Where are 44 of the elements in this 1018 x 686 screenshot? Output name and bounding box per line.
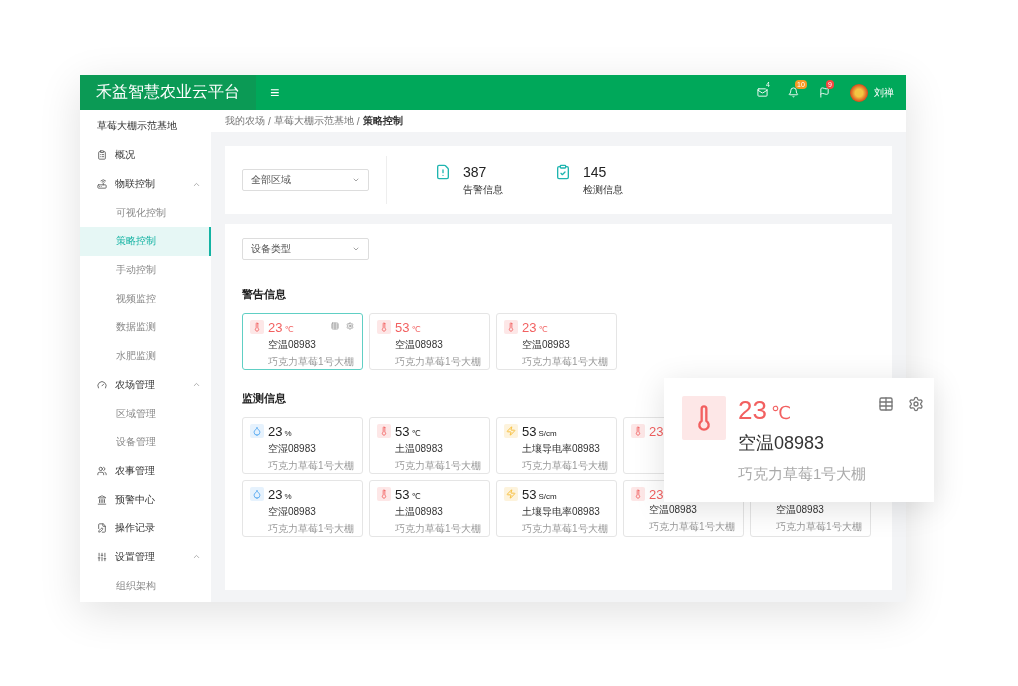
sensor-location: 巧克力草莓1号大棚	[522, 522, 608, 536]
stat-label: 告警信息	[463, 182, 503, 197]
sensor-value: 23	[649, 424, 664, 439]
sensor-location: 巧克力草莓1号大棚	[395, 459, 481, 473]
breadcrumb-separator: /	[268, 115, 271, 127]
sensor-name: 空温08983	[395, 338, 443, 352]
sensor-name: 空温08983	[268, 338, 316, 352]
breadcrumb-separator: /	[356, 115, 360, 127]
sensor-name: 土壤导电率08983	[522, 442, 600, 456]
sensor-value: 23	[649, 487, 664, 502]
sensor-value: 53 S/cm	[522, 424, 557, 441]
sensor-name: 土温08983	[395, 442, 443, 456]
sensor-name: 空温08983	[738, 432, 825, 455]
sensor-location: 巧克力草莓1号大棚	[268, 459, 354, 473]
sensor-value: 53℃	[395, 487, 421, 504]
sensor-value: 23℃	[268, 320, 294, 337]
sensor-name: 空温08983	[522, 338, 570, 352]
sensor-value: 23℃	[522, 320, 548, 337]
sensor-location: 巧克力草莓1号大棚	[522, 459, 608, 473]
stat-label: 检测信息	[583, 182, 623, 197]
sensor-name: 空湿08983	[268, 442, 316, 456]
sensor-name: 空湿08983	[268, 505, 316, 519]
sensor-location: 巧克力草莓1号大棚	[776, 520, 862, 534]
sensor-value: 53℃	[395, 320, 421, 337]
sensor-location: 巧克力草莓1号大棚	[522, 355, 608, 369]
sensor-value: 23℃	[738, 396, 792, 427]
sensor-name: 土壤导电率08983	[522, 505, 600, 519]
sensor-location: 巧克力草莓1号大棚	[395, 355, 481, 369]
section-title: 监测信息	[242, 391, 287, 406]
sensor-value: 53 S/cm	[522, 487, 557, 504]
sensor-location: 巧克力草莓1号大棚	[268, 355, 354, 369]
sensor-value: 53℃	[395, 424, 421, 441]
sensor-location: 巧克力草莓1号大棚	[649, 520, 735, 534]
sensor-name: 空温08983	[776, 503, 824, 517]
sensor-name: 土温08983	[395, 505, 443, 519]
sensor-name: 空温08983	[649, 503, 697, 517]
sensor-value: 23%	[268, 487, 292, 504]
stat-value: 145	[583, 163, 608, 180]
brand-title: 禾益智慧农业云平台	[80, 75, 256, 110]
stat-value: 387	[463, 163, 488, 180]
sensor-location: 巧克力草莓1号大棚	[395, 522, 481, 536]
sensor-location: 巧克力草莓1号大棚	[268, 522, 354, 536]
section-title: 警告信息	[242, 287, 287, 302]
sensor-value: 23%	[268, 424, 292, 441]
